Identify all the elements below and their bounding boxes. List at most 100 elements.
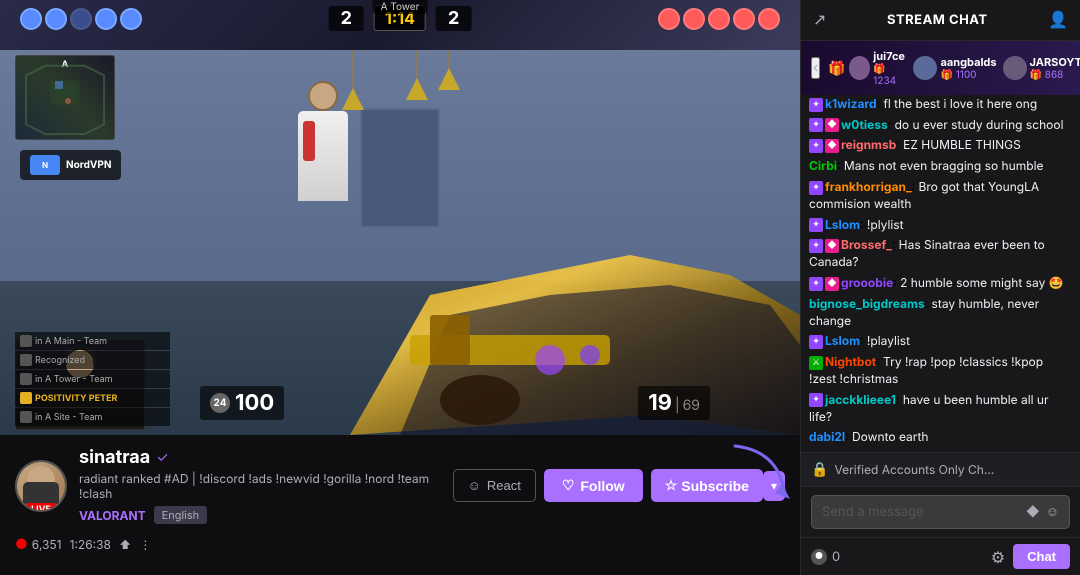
hype-user-3: JARSOYT 🎁 868 <box>1003 55 1080 81</box>
live-badge: LIVE <box>26 503 56 512</box>
msg-content: Mans not even bragging so humble <box>844 158 1044 173</box>
msg-username: Brossef_ <box>841 237 892 252</box>
minimap: A <box>15 55 115 140</box>
hype-avatar-3 <box>1003 56 1027 80</box>
msg-username: frankhorrigan_ <box>825 179 912 194</box>
team-right-score: 2 <box>436 6 471 31</box>
chat-send-button[interactable]: Chat <box>1013 544 1070 569</box>
react-label: React <box>487 478 521 493</box>
heart-icon: ♡ <box>562 477 575 494</box>
viewer-count: ● 6,351 <box>15 536 62 553</box>
sub-badge: ✦ <box>809 118 823 132</box>
sub-badge: ✦ <box>809 139 823 153</box>
player-icon <box>70 8 92 30</box>
chat-message: ✦Lslom: !playlist <box>809 333 1072 350</box>
gift-small-icon3: 🎁 <box>1030 69 1042 81</box>
streamer-name: sinatraa <box>79 447 150 468</box>
chat-header-icons: 👤 <box>1048 10 1068 30</box>
chat-settings-header-button[interactable]: 👤 <box>1048 10 1068 30</box>
chat-messages-area: Replying to @JACOBFCC: Florida doesn't h… <box>801 95 1080 452</box>
bits-badge: ◆ <box>825 239 839 253</box>
hype-user1-name: jui7ce <box>873 49 907 63</box>
nordvpn-overlay: N NordVPN <box>20 150 121 180</box>
msg-username: k1wizard <box>825 96 877 111</box>
msg-content: !plylist <box>867 217 904 232</box>
gift-small-icon2: 🎁 <box>940 69 952 81</box>
player-icon <box>758 8 780 30</box>
player-icon <box>658 8 680 30</box>
team-right <box>658 8 780 30</box>
sub-badge: ✦ <box>809 393 823 407</box>
verified-notice-text: Verified Accounts Only Ch... <box>834 462 994 477</box>
verified-checkmark: ✓ <box>156 449 168 466</box>
gift-icon: 🎁 <box>828 60 845 77</box>
language-tag[interactable]: English <box>154 506 208 524</box>
chat-bottom-bar: ● 0 ⚙ Chat <box>801 537 1080 575</box>
share-icon[interactable]: ⬆ <box>119 537 131 552</box>
msg-username: dabi2l <box>809 429 845 444</box>
team-roster: in A Main - Team Recognized in A Tower -… <box>15 332 170 427</box>
chat-input-area: Send a message ◆ ☺ <box>801 486 1080 537</box>
sub-badge: ✦ <box>809 239 823 253</box>
star-icon: ☆ <box>665 477 678 494</box>
msg-username: Cirbi <box>809 158 837 173</box>
msg-content: fl the best i love it here ong <box>883 96 1037 111</box>
gift-small-icon: 🎁 <box>873 63 885 75</box>
chat-message: ✦frankhorrigan_: Bro got that YoungLA co… <box>809 179 1072 213</box>
hype-train: ‹ 🎁 jui7ce 🎁 1234 <box>801 41 1080 95</box>
chat-message: Cirbi: Mans not even bragging so humble <box>809 158 1072 175</box>
msg-username: reignmsb <box>841 137 896 152</box>
hype-user3-name: JARSOYT <box>1030 55 1080 69</box>
player-icon <box>120 8 142 30</box>
player-icon <box>733 8 755 30</box>
emote-icon[interactable]: ☺ <box>1046 504 1059 520</box>
msg-content: Downto earth <box>852 429 929 444</box>
chat-message: dabi2l: Downto earth <box>809 429 1072 446</box>
team-left <box>20 8 142 30</box>
player-icon <box>95 8 117 30</box>
points-icon: ● <box>811 549 827 565</box>
more-options-icon[interactable]: ⋮ <box>139 537 151 552</box>
ammo-display: 19 | 69 <box>638 386 710 420</box>
follow-button[interactable]: ♡ Follow <box>544 469 643 502</box>
msg-content: EZ HUMBLE THINGS <box>903 137 1021 152</box>
video-container: 2 1:14 2 A Tower A <box>0 0 800 575</box>
hype-user2-name: aangbalds <box>940 55 996 69</box>
hype-user1-score: 🎁 1234 <box>873 63 907 87</box>
chat-bottom-right: ⚙ Chat <box>991 544 1070 569</box>
hype-users: 🎁 jui7ce 🎁 1234 aangbalds <box>828 49 1080 87</box>
hype-avatar-1 <box>849 56 871 80</box>
arrow-indicator <box>730 441 790 505</box>
bits-badge: ◆ <box>825 118 839 132</box>
msg-username: Lslom <box>825 217 860 232</box>
msg-username: Lslom <box>825 333 860 348</box>
hype-nav-left[interactable]: ‹ <box>811 57 820 79</box>
follow-label: Follow <box>580 478 624 494</box>
react-button[interactable]: ☺ React <box>453 469 536 502</box>
player-icon <box>20 8 42 30</box>
ammo-reserve: 69 <box>683 397 700 414</box>
chat-message: Replying to @JACOBFCC: Florida doesn't h… <box>809 95 1072 113</box>
bits-badge: ◆ <box>825 277 839 291</box>
streamer-avatar: LIVE <box>15 460 67 512</box>
stream-info-bar: LIVE sinatraa ✓ radiant ranked #AD | !di… <box>0 435 800 575</box>
bits-icon[interactable]: ◆ <box>1026 504 1040 520</box>
chat-message: ✦◆reignmsb: EZ HUMBLE THINGS <box>809 137 1072 154</box>
chat-input-placeholder[interactable]: Send a message <box>822 504 1026 520</box>
sub-badge: ✦ <box>809 181 823 195</box>
react-icon: ☺ <box>468 478 481 493</box>
streamer-info-row: LIVE sinatraa ✓ radiant ranked #AD | !di… <box>0 435 800 536</box>
sub-badge: ✦ <box>809 98 823 112</box>
viewer-icon: ● <box>15 536 28 553</box>
chat-header: ↗ STREAM CHAT 👤 <box>801 0 1080 41</box>
chat-input-container[interactable]: Send a message ◆ ☺ <box>811 495 1070 529</box>
mod-badge: ⚔ <box>809 356 823 370</box>
hype-user-1: 🎁 jui7ce 🎁 1234 <box>828 49 907 87</box>
sub-badge: ✦ <box>809 335 823 349</box>
msg-content: !playlist <box>867 333 910 348</box>
popout-chat-button[interactable]: ↗ <box>813 10 826 30</box>
game-tag[interactable]: VALORANT <box>79 508 146 523</box>
chat-gear-icon[interactable]: ⚙ <box>991 547 1005 567</box>
chat-message: ✦◆grooobie: 2 humble some might say 🤩 <box>809 275 1072 292</box>
msg-username: jacckklieee1 <box>825 392 896 407</box>
